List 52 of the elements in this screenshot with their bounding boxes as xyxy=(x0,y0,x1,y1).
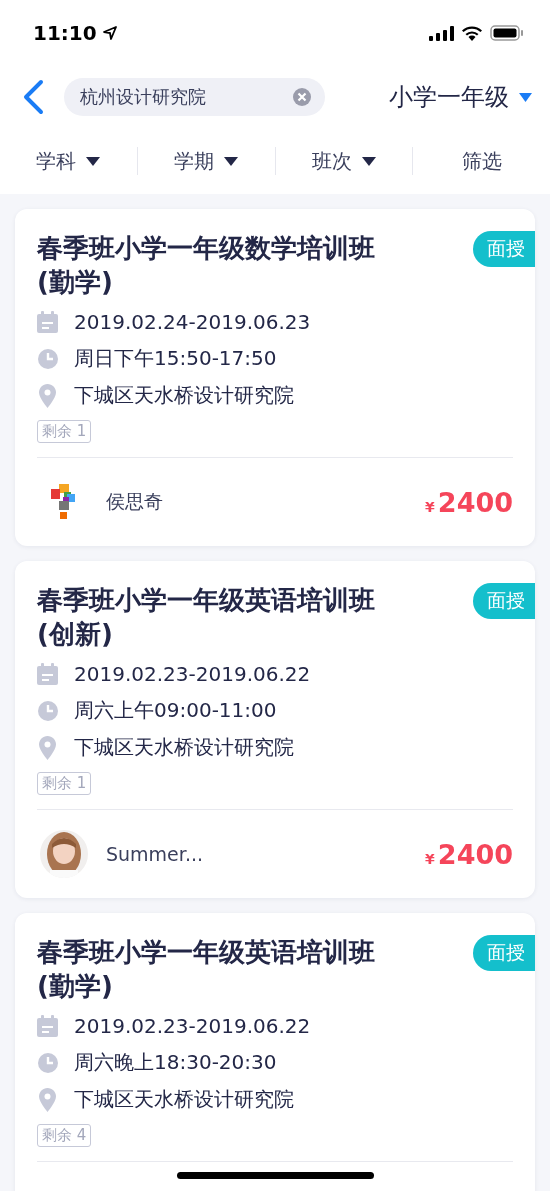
caret-icon xyxy=(361,156,376,166)
location-pin-icon xyxy=(39,383,56,408)
filter-tab[interactable]: 筛选 xyxy=(461,147,502,175)
filter-tab[interactable]: 学期 xyxy=(174,147,239,175)
clear-icon[interactable] xyxy=(293,88,311,106)
class-time: 周六上午09:00-11:00 xyxy=(74,697,277,724)
remaining-tag: 剩余 1 xyxy=(37,420,92,443)
caret-icon xyxy=(224,156,239,166)
location-arrow-icon xyxy=(102,26,117,40)
mode-badge: 面授 xyxy=(473,935,535,971)
date-range: 2019.02.24-2019.06.23 xyxy=(74,309,311,334)
mode-badge: 面授 xyxy=(473,583,535,619)
calendar-icon xyxy=(37,310,58,333)
caret-icon xyxy=(86,156,101,166)
teacher-name: 侯思奇 xyxy=(106,489,163,514)
clock-icon xyxy=(37,700,58,721)
location: 下城区天水桥设计研究院 xyxy=(74,1086,294,1113)
course-title: 春季班小学一年级英语培训班(勤学) xyxy=(37,936,376,1003)
course-card[interactable]: 春季班小学一年级英语培训班(勤学) 面授 2019.02.23-2019.06.22 周六晚上18:30-20:30 下城区天水桥设计研究院 剩余 4 xyxy=(15,913,535,1191)
clock-icon xyxy=(37,1052,58,1073)
location-pin-icon xyxy=(39,1087,56,1112)
caret-icon xyxy=(519,92,532,102)
course-card[interactable]: 春季班小学一年级数学培训班(勤学) 面授 2019.02.24-2019.06.23 周日下午15:50-17:50 下城区天水桥设计研究院 剩余 1 侯思奇 ¥2400 xyxy=(15,209,535,546)
class-time: 周日下午15:50-17:50 xyxy=(74,345,277,372)
clock-icon xyxy=(37,348,58,369)
calendar-icon xyxy=(37,662,58,685)
calendar-icon xyxy=(37,1014,58,1037)
price: ¥2400 xyxy=(425,838,513,870)
signal-icon xyxy=(429,25,454,41)
logo-icon xyxy=(51,484,77,520)
status-time: 11:10 xyxy=(33,21,97,45)
location-pin-icon xyxy=(39,735,56,760)
class-time: 周六晚上18:30-20:30 xyxy=(74,1049,277,1076)
location: 下城区天水桥设计研究院 xyxy=(74,734,294,761)
price: ¥2400 xyxy=(425,486,513,518)
wifi-icon xyxy=(461,25,483,41)
location: 下城区天水桥设计研究院 xyxy=(74,382,294,409)
remaining-tag: 剩余 1 xyxy=(37,772,92,795)
filter-tab[interactable]: 学科 xyxy=(36,147,101,175)
course-card[interactable]: 春季班小学一年级英语培训班(创新) 面授 2019.02.23-2019.06.22 周六上午09:00-11:00 下城区天水桥设计研究院 剩余 1 Summer... ¥2400 xyxy=(15,561,535,898)
course-title: 春季班小学一年级数学培训班(勤学) xyxy=(37,232,376,299)
date-range: 2019.02.23-2019.06.22 xyxy=(74,1013,311,1038)
grade-selector[interactable]: 小学一年级 xyxy=(389,81,532,113)
mode-badge: 面授 xyxy=(473,231,535,267)
search-field[interactable]: 杭州设计研究院 xyxy=(64,78,325,116)
filter-tab[interactable]: 班次 xyxy=(311,147,376,175)
remaining-tag: 剩余 4 xyxy=(37,1124,92,1147)
date-range: 2019.02.23-2019.06.22 xyxy=(74,661,311,686)
battery-icon xyxy=(490,25,524,41)
course-title: 春季班小学一年级英语培训班(创新) xyxy=(37,584,376,651)
teacher-name: Summer... xyxy=(106,843,203,865)
back-icon[interactable] xyxy=(22,79,44,115)
